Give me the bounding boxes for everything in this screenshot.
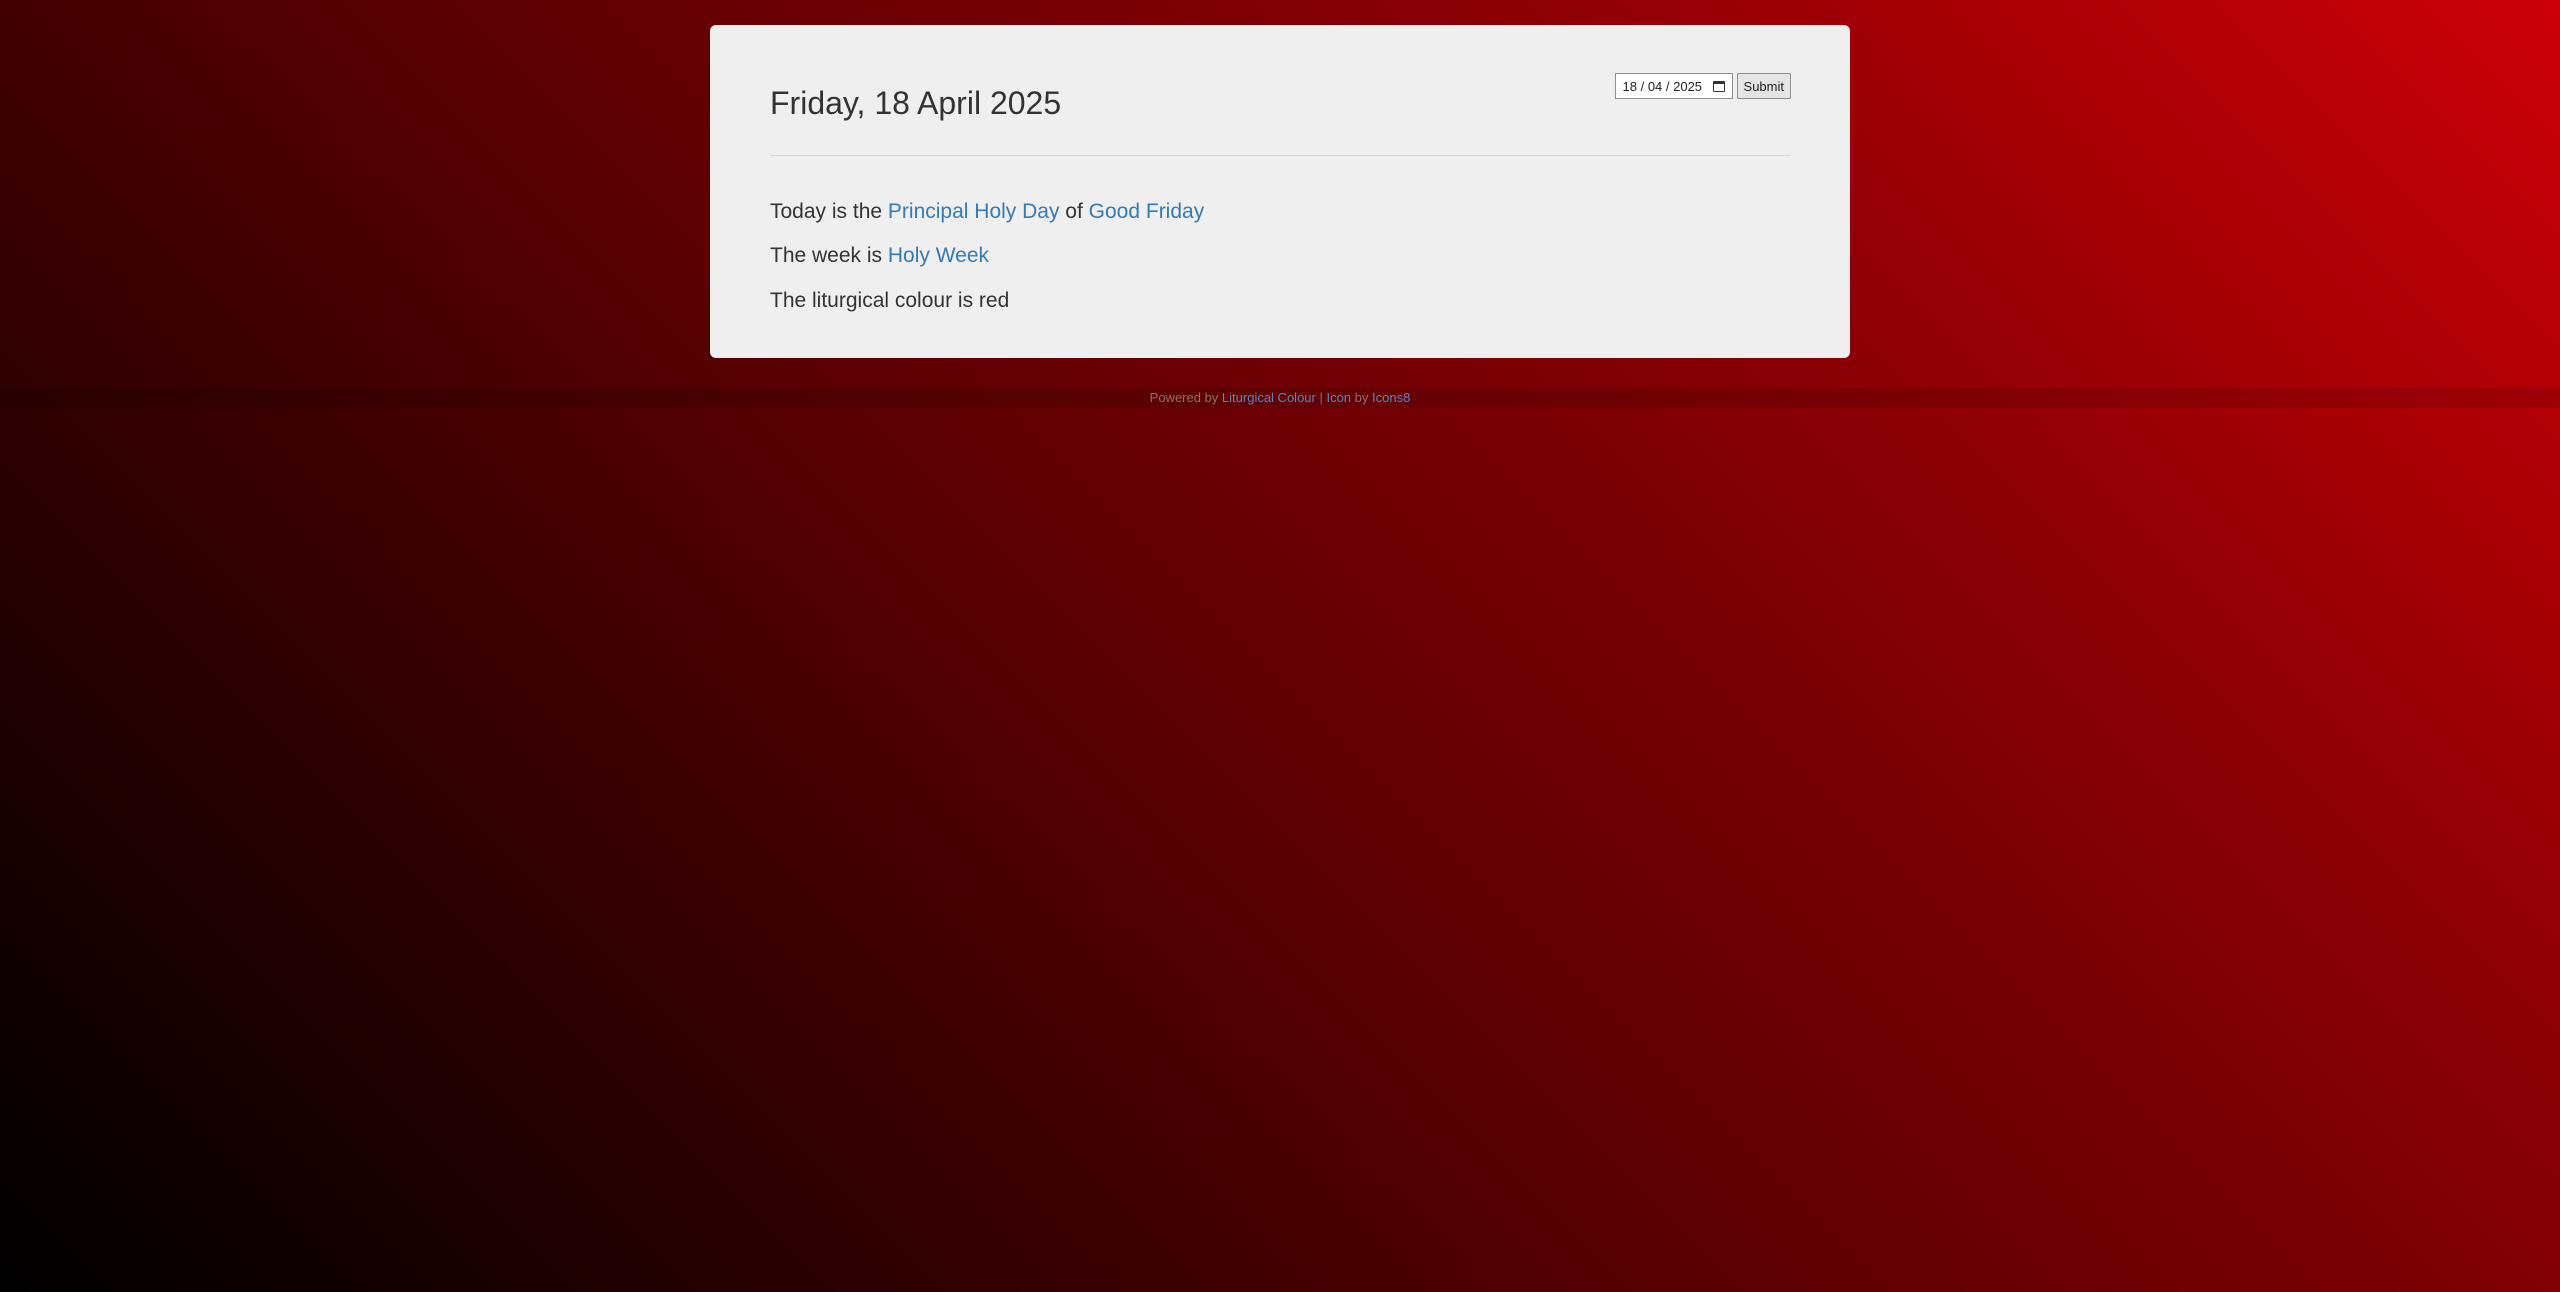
principal-holy-day-link[interactable]: Principal Holy Day (888, 200, 1060, 223)
icon-link[interactable]: Icon (1326, 390, 1351, 405)
colour-line: The liturgical colour is red (770, 289, 1010, 312)
calendar-icon[interactable] (1712, 80, 1725, 92)
date-input-value: 18 / 04 / 2025 (1622, 78, 1703, 94)
footer-by: by (1351, 390, 1373, 405)
main-card: 18 / 04 / 2025 Submit Friday, 18 April 2… (710, 25, 1850, 358)
week-line: The week is Holy Week (770, 244, 989, 268)
liturgical-colour-link[interactable]: Liturgical Colour (1222, 390, 1316, 405)
good-friday-link[interactable]: Good Friday (1089, 200, 1205, 223)
today-line: Today is the Principal Holy Day of Good … (770, 200, 1204, 224)
footer-separator: | (1315, 390, 1327, 405)
today-prefix: Today is the (770, 200, 888, 223)
page-title: Friday, 18 April 2025 (770, 85, 1062, 121)
submit-button[interactable]: Submit (1736, 73, 1791, 99)
week-prefix: The week is (770, 244, 888, 267)
today-middle: of (1059, 200, 1089, 223)
date-input[interactable]: 18 / 04 / 2025 (1614, 73, 1733, 99)
date-form: 18 / 04 / 2025 Submit (1614, 73, 1791, 99)
footer: Powered by Liturgical Colour | Icon by I… (0, 390, 2560, 405)
icons8-link[interactable]: Icons8 (1372, 390, 1410, 405)
divider (770, 155, 1791, 156)
holy-week-link[interactable]: Holy Week (888, 244, 989, 267)
footer-powered-by: Powered by (1149, 390, 1222, 405)
